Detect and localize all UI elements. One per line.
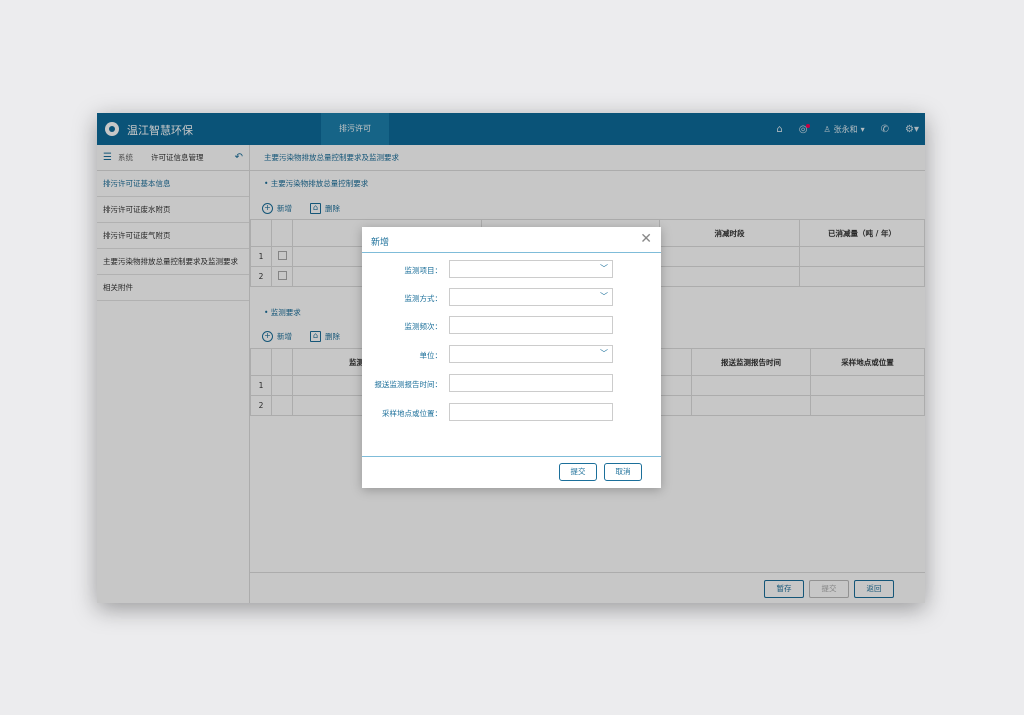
close-icon[interactable]: ✕	[640, 231, 652, 247]
field-label: 监测项目：	[404, 266, 443, 275]
field-label: 单位：	[419, 351, 443, 360]
unit-select[interactable]: ﹀	[449, 345, 613, 363]
field-label: 监测方式：	[404, 294, 443, 303]
report-time-input[interactable]	[449, 374, 613, 392]
field-label: 报送监测报告时间：	[374, 380, 443, 389]
submit-button[interactable]: 提交	[559, 463, 597, 481]
monitoring-method-select[interactable]: ﹀	[449, 288, 613, 306]
chevron-down-icon: ﹀	[600, 292, 608, 301]
sampling-location-input[interactable]	[449, 403, 613, 421]
field-label: 监测频次：	[404, 322, 443, 331]
dialog-footer	[362, 456, 661, 457]
dialog-title: 新增	[371, 238, 390, 248]
field-label: 采样地点或位置：	[382, 409, 442, 418]
monitoring-item-select[interactable]: ﹀	[449, 260, 613, 278]
cancel-button[interactable]: 取消	[604, 463, 642, 481]
chevron-down-icon: ﹀	[600, 349, 608, 358]
chevron-down-icon: ﹀	[600, 264, 608, 273]
add-dialog: 新增 ✕ 监测项目： ﹀ 监测方式： ﹀ 监测频次： 单位： ﹀ 报送监测报告时…	[362, 227, 661, 488]
monitoring-frequency-input[interactable]	[449, 316, 613, 334]
